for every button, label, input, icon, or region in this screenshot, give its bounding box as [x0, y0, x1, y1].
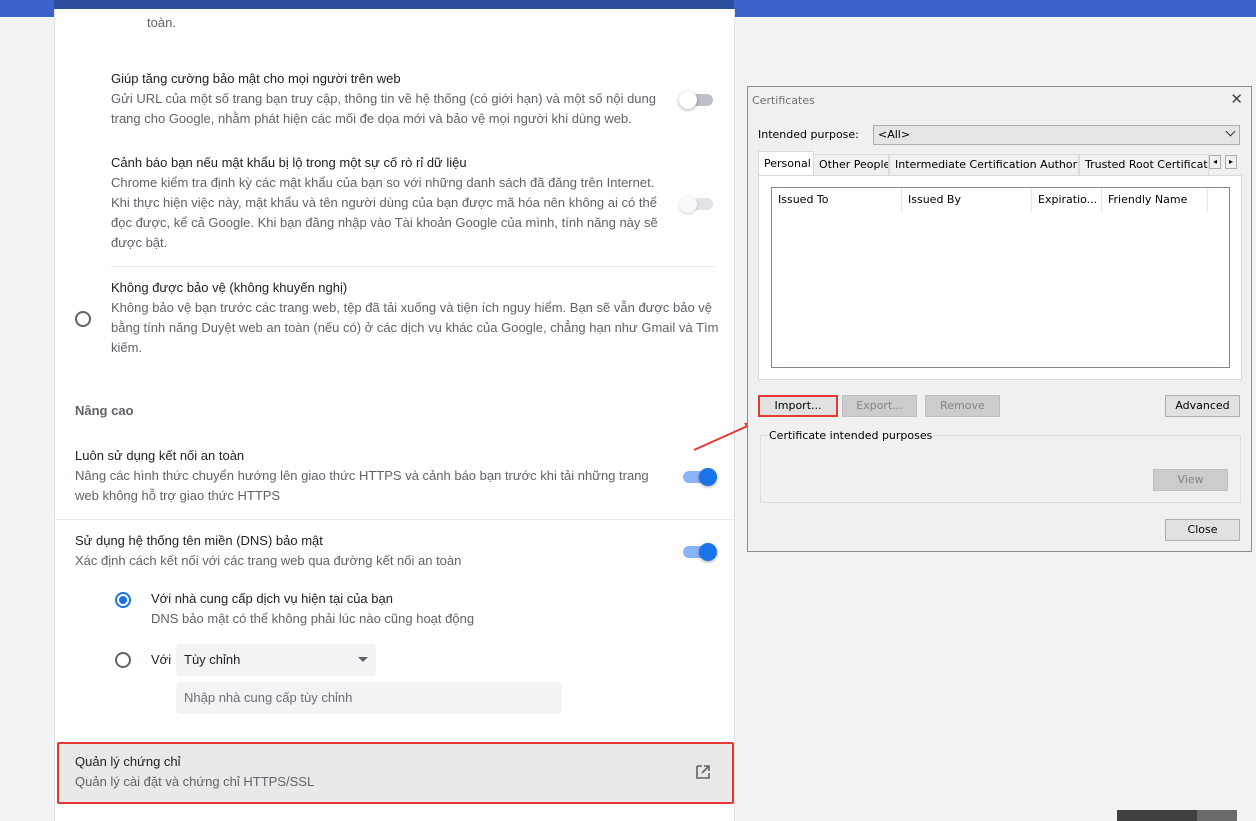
dns-custom-radio[interactable] — [115, 652, 131, 668]
column-expiration[interactable]: Expiratio... — [1032, 188, 1102, 212]
intended-purpose-value: <All> — [878, 128, 911, 141]
https-always-toggle[interactable] — [683, 468, 717, 486]
previous-text-tail: toàn. — [147, 15, 176, 30]
custom-dns-input[interactable]: Nhập nhà cung cấp tùy chỉnh — [176, 682, 562, 714]
manage-certificates-row[interactable]: Quản lý chứng chỉ Quản lý cài đặt và chứ… — [57, 742, 734, 804]
help-improve-desc-2: trang cho Google, nhằm phát hiện các mối… — [111, 111, 632, 126]
no-protection-desc-1: Không bảo vệ bạn trước các trang web, tệ… — [111, 300, 713, 315]
password-leak-toggle[interactable] — [679, 195, 713, 213]
advanced-button[interactable]: Advanced — [1165, 395, 1240, 417]
tab-intermediate-ca[interactable]: Intermediate Certification Authorities — [889, 154, 1079, 175]
secure-dns-desc: Xác định cách kết nối với các trang web … — [75, 553, 462, 568]
https-always-title: Luôn sử dụng kết nối an toàn — [75, 448, 245, 463]
dialog-title: Certificates — [752, 94, 815, 107]
tab-scroll-right-icon[interactable]: ▸ — [1225, 155, 1237, 169]
password-leak-desc-1: Chrome kiểm tra định kỳ các mật khẩu của… — [111, 175, 655, 190]
manage-certificates-title: Quản lý chứng chỉ — [75, 754, 181, 769]
dns-provider-select[interactable]: Tùy chỉnh — [176, 644, 376, 676]
dns-current-provider-label: Với nhà cung cấp dịch vụ hiện tại của bạ… — [151, 591, 393, 606]
intended-purpose-select[interactable]: <All> — [873, 125, 1240, 145]
import-button[interactable]: Import... — [758, 395, 838, 417]
chevron-down-icon — [1225, 126, 1236, 137]
intended-purpose-label: Intended purpose: — [758, 128, 859, 141]
column-friendly-name[interactable]: Friendly Name — [1102, 188, 1208, 212]
dropdown-arrow-icon — [358, 657, 368, 662]
secure-dns-toggle[interactable] — [683, 543, 717, 561]
https-always-desc-1: Nâng các hình thức chuyển hướng lên giao… — [75, 468, 649, 483]
no-protection-desc-3: kiếm. — [111, 340, 143, 355]
column-issued-to[interactable]: Issued To — [772, 188, 902, 212]
no-protection-desc-2: bằng tính năng Duyệt web an toàn (nếu có… — [111, 320, 719, 335]
no-protection-title: Không được bảo vệ (không khuyến nghị) — [111, 280, 348, 295]
settings-panel: toàn. Giúp tăng cường bảo mật cho mọi ng… — [54, 9, 735, 821]
advanced-heading: Nâng cao — [75, 403, 134, 418]
password-leak-desc-2: Khi thực hiện việc này, mật khẩu và tên … — [111, 195, 657, 210]
dns-provider-select-value: Tùy chỉnh — [184, 652, 241, 667]
certificates-dialog: Certificates ✕ Intended purpose: <All> O… — [747, 86, 1252, 552]
certificate-purposes-label: Certificate intended purposes — [767, 429, 935, 442]
background-window-edge — [1117, 810, 1197, 821]
personal-tab-pane: Issued To Issued By Expiratio... Friendl… — [758, 175, 1242, 380]
dns-current-provider-desc: DNS bảo mật có thể không phải lúc nào cũ… — [151, 611, 475, 626]
view-button[interactable]: View — [1153, 469, 1228, 491]
close-button[interactable]: Close — [1165, 519, 1240, 541]
dns-with-label: Với — [151, 652, 172, 667]
toggle-knob — [679, 195, 697, 213]
toggle-knob — [699, 468, 717, 486]
password-leak-desc-3: đọc được, kể cả Google. Khi bạn đăng nhậ… — [111, 215, 658, 230]
divider — [111, 266, 715, 267]
help-improve-title: Giúp tăng cường bảo mật cho mọi người tr… — [111, 71, 401, 86]
background-window-edge — [1197, 810, 1237, 821]
remove-button[interactable]: Remove — [925, 395, 1000, 417]
dns-current-provider-radio[interactable] — [115, 592, 131, 608]
secure-dns-title: Sử dụng hệ thống tên miền (DNS) bảo mật — [75, 533, 323, 548]
password-leak-title: Cảnh báo bạn nếu mật khẩu bị lộ trong mộ… — [111, 155, 467, 170]
open-external-icon[interactable] — [695, 764, 711, 780]
tab-scroll-left-icon[interactable]: ◂ — [1209, 155, 1221, 169]
column-issued-by[interactable]: Issued By — [902, 188, 1032, 212]
tab-personal[interactable]: Personal — [758, 151, 814, 175]
no-protection-radio[interactable] — [75, 311, 91, 327]
tab-trusted-root-ca[interactable]: Trusted Root Certification — [1079, 154, 1209, 175]
manage-certificates-desc: Quản lý cài đặt và chứng chỉ HTTPS/SSL — [75, 774, 315, 789]
export-button[interactable]: Export... — [842, 395, 917, 417]
toggle-knob — [679, 91, 697, 109]
certificate-list[interactable]: Issued To Issued By Expiratio... Friendl… — [771, 187, 1230, 368]
toggle-knob — [699, 543, 717, 561]
help-improve-desc-1: Gửi URL của một số trang bạn truy cập, t… — [111, 91, 656, 106]
dialog-close-icon[interactable]: ✕ — [1230, 90, 1243, 108]
help-improve-toggle[interactable] — [679, 91, 713, 109]
https-always-desc-2: web không hỗ trợ giao thức HTTPS — [75, 488, 281, 503]
tab-other-people[interactable]: Other People — [813, 154, 889, 175]
top-bar-header — [54, 0, 734, 9]
divider — [55, 519, 734, 520]
password-leak-desc-4: được bật. — [111, 235, 168, 250]
